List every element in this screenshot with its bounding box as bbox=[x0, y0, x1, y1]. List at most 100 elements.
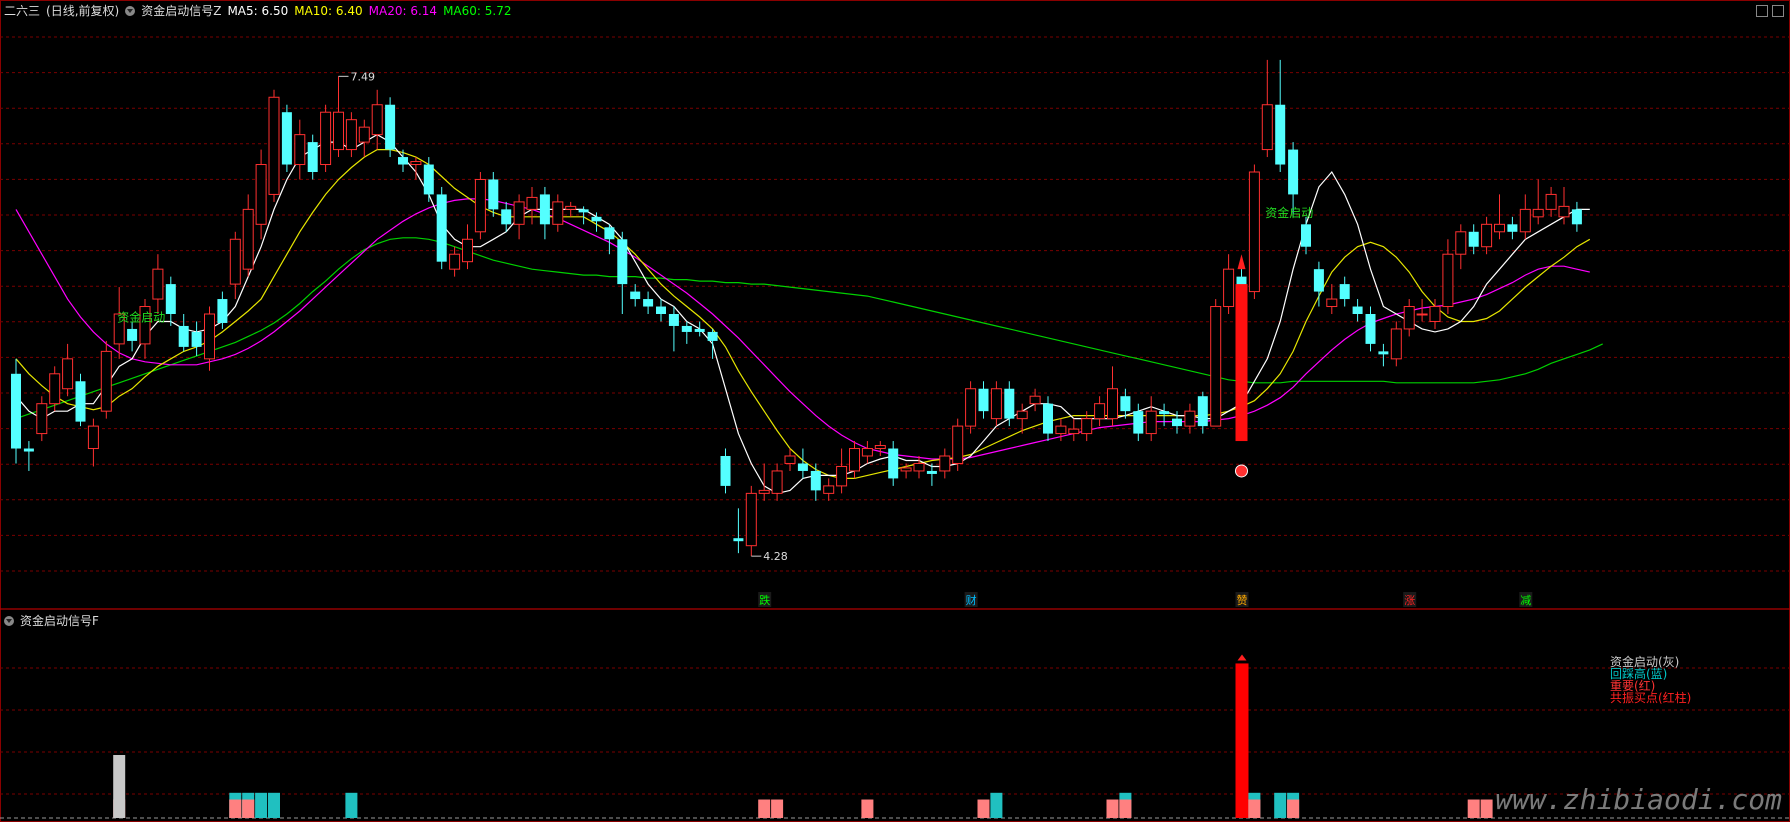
candle-body-up bbox=[1494, 223, 1505, 233]
sub-bar-cyan bbox=[268, 792, 280, 818]
sub-bar-pink bbox=[977, 799, 990, 818]
candle-body-up bbox=[474, 178, 486, 233]
candle-body-up bbox=[874, 445, 886, 450]
candle-body-down bbox=[385, 104, 396, 150]
candle-body-down bbox=[733, 538, 744, 542]
sub-bar-pink bbox=[1248, 799, 1261, 818]
candle-body-up bbox=[1145, 410, 1157, 435]
candle-body-down bbox=[630, 291, 641, 300]
signal-candle bbox=[1235, 284, 1248, 442]
candle-body-down bbox=[398, 157, 408, 165]
candle-body-up bbox=[1261, 104, 1273, 151]
candle-body-up bbox=[861, 448, 873, 457]
candle-body-down bbox=[1352, 306, 1363, 314]
candle-body-up bbox=[552, 201, 564, 225]
candle-body-up bbox=[371, 104, 383, 136]
candle-body-down bbox=[720, 456, 731, 486]
candle-body-down bbox=[1172, 418, 1182, 427]
sub-bar-pink bbox=[1287, 799, 1300, 818]
candle-body-up bbox=[1210, 306, 1222, 427]
candle-body-down bbox=[617, 239, 628, 285]
sub-indicator-name[interactable]: 资金启动信号F bbox=[20, 612, 99, 629]
candle-body-up bbox=[36, 403, 48, 435]
candle-body-up bbox=[965, 388, 977, 427]
legend-item-redbar: 共振买点(红柱) bbox=[1610, 691, 1692, 705]
candle-body-up bbox=[100, 350, 112, 412]
candle-body-down bbox=[888, 448, 899, 479]
candle-body-up bbox=[1416, 313, 1428, 316]
candle-body-down bbox=[165, 284, 176, 314]
candle-body-down bbox=[668, 314, 679, 326]
candle-body-down bbox=[1004, 388, 1015, 419]
candle-body-down bbox=[978, 388, 989, 412]
dropdown-icon[interactable] bbox=[125, 5, 136, 16]
candle-body-up bbox=[87, 425, 99, 450]
candle-body-down bbox=[75, 381, 86, 422]
candle-body-down bbox=[797, 463, 808, 471]
ma60-line bbox=[15, 237, 1603, 420]
indicator-name[interactable]: 资金启动信号Z bbox=[141, 2, 221, 19]
candle-body-up bbox=[565, 205, 577, 210]
candle-body-up bbox=[449, 253, 461, 270]
candle-body-down bbox=[656, 306, 666, 314]
candle-body-up bbox=[242, 208, 254, 270]
candle-body-up bbox=[513, 201, 525, 225]
candle-body-down bbox=[926, 470, 937, 474]
window-button-2[interactable] bbox=[1772, 5, 1784, 17]
candle-body-up bbox=[1248, 171, 1260, 293]
window-button-1[interactable] bbox=[1756, 5, 1768, 17]
candle-body-down bbox=[1571, 209, 1582, 225]
sub-bar-pink bbox=[1106, 799, 1119, 818]
sub-bar-pink bbox=[1480, 799, 1493, 818]
candle-body-down bbox=[681, 325, 692, 332]
candle-body-up bbox=[745, 492, 757, 547]
candle-body-down bbox=[643, 299, 654, 307]
candle-body-up bbox=[1184, 410, 1196, 427]
candle-body-down bbox=[1120, 396, 1131, 412]
candle-body-up bbox=[526, 196, 538, 210]
candle-body-down bbox=[1378, 351, 1389, 355]
candle-body-up bbox=[784, 455, 796, 464]
candle-body-up bbox=[294, 134, 306, 166]
candle-body-down bbox=[1339, 284, 1350, 300]
sub-bar-cyan bbox=[1274, 792, 1287, 818]
stock-name: 二六三 bbox=[4, 4, 41, 18]
up-arrow-icon bbox=[1237, 254, 1246, 270]
sub-bar-pink bbox=[1467, 799, 1480, 818]
price-extreme-label: 4.28 bbox=[763, 550, 788, 563]
sub-bar-gray bbox=[113, 755, 126, 818]
candle-body-up bbox=[1016, 410, 1028, 420]
dropdown-icon[interactable] bbox=[4, 615, 14, 626]
candle-body-down bbox=[539, 194, 550, 225]
candle-body-down bbox=[1043, 403, 1053, 434]
sub-bar-pink bbox=[758, 799, 771, 818]
candle-body-up bbox=[410, 161, 422, 166]
up-arrow-icon bbox=[1237, 654, 1247, 661]
candle-body-up bbox=[758, 489, 770, 494]
candle-body-down bbox=[694, 328, 705, 332]
sub-legend: 资金启动(灰) 回踩高(蓝) 重要(红) 共振买点(红柱) bbox=[1610, 656, 1691, 704]
candle-body-up bbox=[1068, 428, 1080, 435]
candle-body-up bbox=[1107, 388, 1118, 420]
candle-body-up bbox=[333, 111, 344, 151]
signal-dot-icon bbox=[1235, 464, 1248, 478]
watermark: www.zhibiaodi.com bbox=[1495, 783, 1782, 816]
main-header: 二六三 (日线,前复权) 资金启动信号Z MA5: 6.50 MA10: 6.4… bbox=[4, 2, 511, 19]
candle-body-up bbox=[1094, 403, 1106, 420]
ma10-label: MA10: 6.40 bbox=[294, 3, 363, 18]
candle-body-up bbox=[1481, 223, 1493, 248]
price-extreme-label: 7.49 bbox=[351, 70, 376, 83]
candle-body-down bbox=[127, 328, 138, 341]
candle-body-up bbox=[1390, 328, 1402, 360]
candle-body-down bbox=[488, 179, 499, 210]
candle-body-up bbox=[1442, 253, 1454, 308]
price-chart: 7.494.28资金启动资金启动跌财赞涨减 bbox=[0, 0, 1790, 822]
candle-body-down bbox=[423, 164, 434, 195]
candle-body-up bbox=[1558, 205, 1570, 218]
candle-body-up bbox=[823, 485, 835, 494]
bottom-marker: 涨 bbox=[1404, 594, 1415, 607]
candle-body-up bbox=[913, 462, 925, 472]
candle-body-up bbox=[268, 96, 280, 195]
candle-body-up bbox=[990, 388, 1002, 420]
sub-bar-cyan bbox=[990, 792, 1003, 818]
